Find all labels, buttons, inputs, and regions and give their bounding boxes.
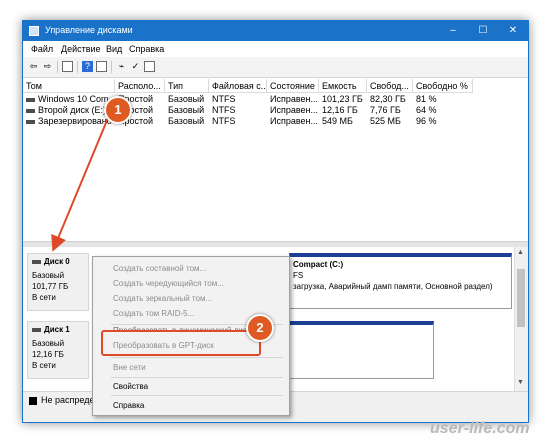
step-2-badge: 2: [246, 314, 274, 342]
watermark: user-life.com: [430, 420, 530, 437]
annotation-arrow: [51, 117, 109, 252]
step-1-badge: 1: [104, 96, 132, 124]
